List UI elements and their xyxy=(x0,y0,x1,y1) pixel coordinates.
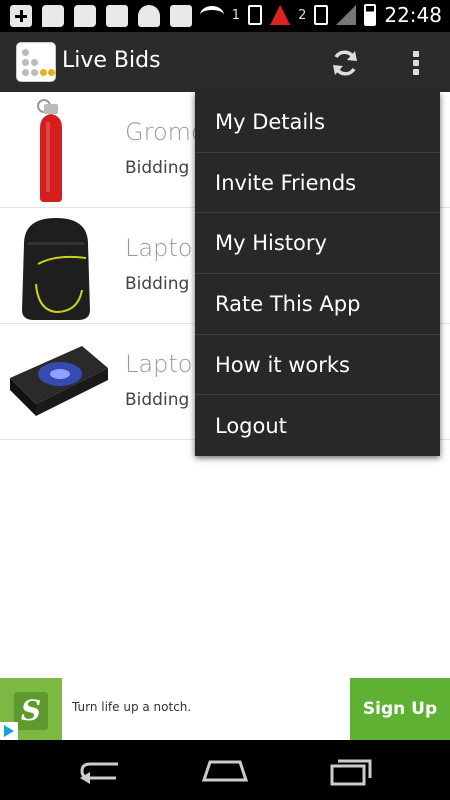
sim-icon xyxy=(248,5,263,25)
sim-icon-2 xyxy=(314,5,329,25)
notification-icons xyxy=(10,5,192,27)
adchoices-icon[interactable] xyxy=(0,722,18,740)
menu-item-invite-friends[interactable]: Invite Friends xyxy=(195,153,440,214)
sim2-label: 2 xyxy=(298,7,307,23)
signal-icon xyxy=(336,5,357,25)
chat-notification-icon-2 xyxy=(74,5,96,27)
backpack-image xyxy=(22,218,90,320)
action-bar: Live Bids xyxy=(0,32,450,92)
home-icon[interactable] xyxy=(200,752,250,788)
recent-apps-icon[interactable] xyxy=(326,752,376,788)
shopping-bag-icon: S xyxy=(14,692,48,730)
ad-banner[interactable]: S Turn life up a notch. Sign Up xyxy=(0,678,450,740)
item-title: Gromo xyxy=(125,118,206,146)
menu-item-rate-app[interactable]: Rate This App xyxy=(195,274,440,335)
status-time: 22:48 xyxy=(384,3,442,27)
system-nav-bar xyxy=(0,740,450,800)
image-notification-icon xyxy=(106,5,128,27)
plus-notification-icon xyxy=(10,5,32,27)
overflow-menu-icon[interactable] xyxy=(404,48,428,78)
item-subtitle: Bidding e xyxy=(125,390,206,410)
back-icon[interactable] xyxy=(76,752,126,788)
upload-notification-icon xyxy=(138,5,160,27)
chat-notification-icon xyxy=(42,5,64,27)
app-title: Live Bids xyxy=(62,48,161,73)
battery-icon xyxy=(364,4,377,26)
item-subtitle: Bidding e xyxy=(125,274,206,294)
roaming-icon xyxy=(270,5,291,25)
refresh-icon[interactable] xyxy=(330,48,360,78)
red-bottle-image xyxy=(37,99,62,202)
system-icons: 1 2 22:48 xyxy=(199,3,442,27)
sim1-label: 1 xyxy=(231,7,241,23)
sign-up-button[interactable]: Sign Up xyxy=(350,678,450,740)
app-logo-icon[interactable] xyxy=(16,42,56,82)
cooling-pad-image xyxy=(10,346,108,416)
menu-item-my-history[interactable]: My History xyxy=(195,213,440,275)
overflow-menu: My Details Invite Friends My History Rat… xyxy=(195,92,440,456)
menu-item-how-it-works[interactable]: How it works xyxy=(195,335,440,396)
image-notification-icon-2 xyxy=(170,5,192,27)
ad-text: Turn life up a notch. xyxy=(72,700,192,714)
menu-item-logout[interactable]: Logout xyxy=(195,395,440,456)
status-bar: 1 2 22:48 xyxy=(0,0,450,32)
wifi-icon xyxy=(199,6,224,24)
menu-item-my-details[interactable]: My Details xyxy=(195,92,440,153)
item-subtitle: Bidding e xyxy=(125,158,206,178)
